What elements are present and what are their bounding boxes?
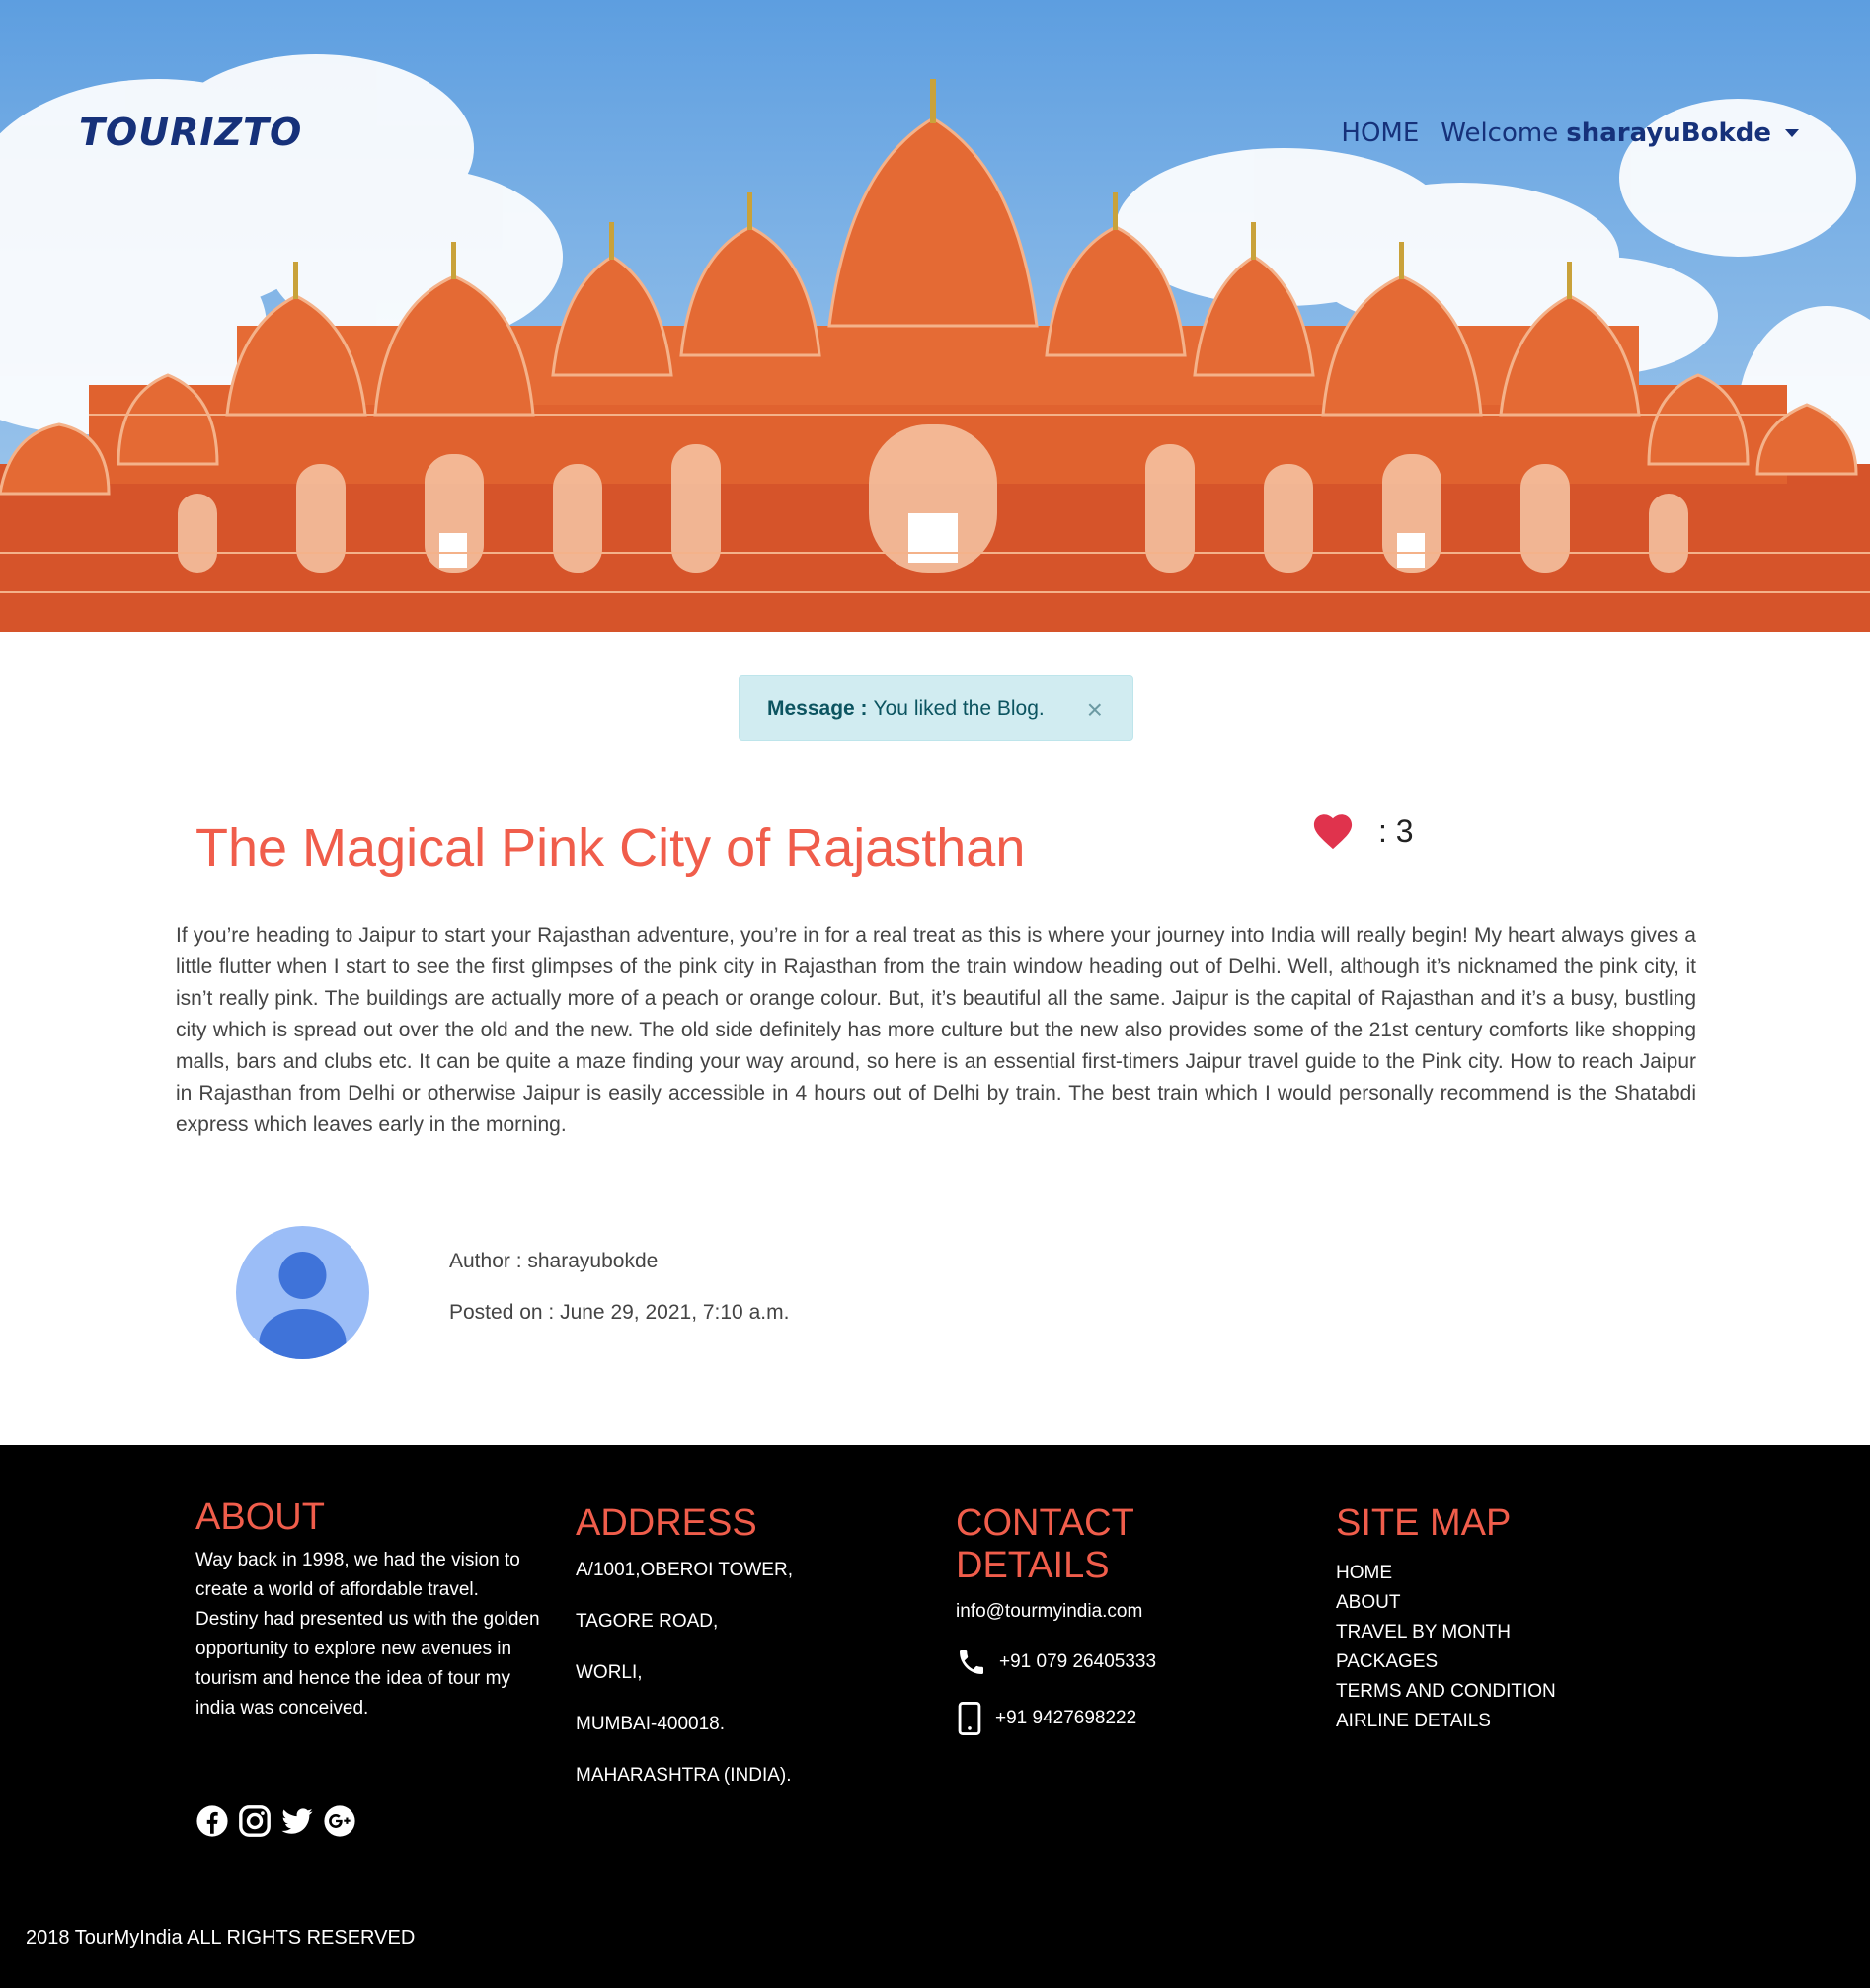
sitemap-link-packages[interactable]: PACKAGES (1336, 1647, 1662, 1677)
mobile-icon (958, 1702, 981, 1735)
top-nav: HOME Welcome sharayuBokde (1341, 118, 1799, 148)
address-line: A/1001,OBEROI TOWER, (576, 1560, 793, 1580)
sitemap-heading: SITE MAP (1336, 1502, 1512, 1544)
address-line: TAGORE ROAD, (576, 1611, 719, 1632)
contact-heading: CONTACT DETAILS (956, 1502, 1134, 1586)
alert-label: Message : (767, 696, 868, 720)
twitter-icon[interactable] (280, 1804, 314, 1838)
sitemap-link-home[interactable]: HOME (1336, 1559, 1662, 1588)
welcome-text: Welcome (1441, 118, 1559, 148)
sitemap-link-terms[interactable]: TERMS AND CONDITION (1336, 1677, 1662, 1707)
user-icon (259, 1252, 347, 1359)
alert-text: You liked the Blog. (873, 696, 1045, 720)
address-heading: ADDRESS (576, 1502, 757, 1544)
site-footer: ABOUT Way back in 1998, we had the visio… (0, 1445, 1870, 1988)
sitemap-link-about[interactable]: ABOUT (1336, 1588, 1662, 1618)
social-links (195, 1804, 365, 1838)
facebook-icon[interactable] (195, 1804, 229, 1838)
email-text: info@tourmyindia.com (956, 1601, 1143, 1622)
phone-text: +91 079 26405333 (999, 1651, 1157, 1672)
site-logo[interactable]: TOURIZTO (79, 111, 302, 154)
heart-icon[interactable] (1311, 811, 1355, 851)
mobile-text: +91 9427698222 (995, 1708, 1137, 1728)
like-count: : 3 (1378, 812, 1414, 849)
contact-phone[interactable]: +91 079 26405333 (956, 1646, 1291, 1678)
hawa-mahal-image (0, 54, 1870, 632)
sitemap-link-airline[interactable]: AIRLINE DETAILS (1336, 1707, 1662, 1736)
instagram-icon[interactable] (238, 1804, 272, 1838)
posted-date: Posted on : June 29, 2021, 7:10 a.m. (449, 1301, 790, 1324)
caret-down-icon (1785, 129, 1799, 137)
blog-title: The Magical Pink City of Rajasthan (195, 818, 1026, 878)
nav-home-link[interactable]: HOME (1341, 118, 1419, 148)
about-text: Way back in 1998, we had the vision to c… (195, 1550, 540, 1719)
sitemap-link-travel-by-month[interactable]: TRAVEL BY MONTH (1336, 1618, 1662, 1647)
user-dropdown[interactable]: Welcome sharayuBokde (1441, 118, 1799, 148)
like-widget: : 3 (1311, 811, 1414, 851)
address-line: WORLI, (576, 1662, 643, 1683)
phone-icon (960, 1650, 983, 1674)
username: sharayuBokde (1566, 118, 1771, 148)
author-info: Author : sharayubokde Posted on : June 2… (449, 1250, 789, 1352)
contact-mobile[interactable]: +91 9427698222 (956, 1702, 1291, 1735)
about-heading: ABOUT (195, 1496, 325, 1538)
address-line: MAHARASHTRA (INDIA). (576, 1765, 792, 1786)
alert-close-button[interactable]: × (1087, 694, 1103, 726)
footer-contact: CONTACT DETAILS info@tourmyindia.com +91… (956, 1502, 1291, 1759)
address-line: MUMBAI-400018. (576, 1714, 726, 1734)
footer-address: ADDRESS A/1001,OBEROI TOWER, TAGORE ROAD… (576, 1502, 901, 1815)
hero-banner: TOURIZTO HOME Welcome sharayuBokde (0, 0, 1870, 632)
author-avatar (236, 1226, 369, 1359)
author-name: Author : sharayubokde (449, 1250, 659, 1272)
contact-email[interactable]: info@tourmyindia.com (956, 1601, 1291, 1623)
copyright-text: 2018 TourMyIndia ALL RIGHTS RESERVED (26, 1927, 416, 1949)
footer-sitemap: SITE MAP HOME ABOUT TRAVEL BY MONTH PACK… (1336, 1502, 1662, 1736)
google-plus-icon[interactable] (323, 1804, 356, 1838)
footer-about: ABOUT Way back in 1998, we had the visio… (195, 1496, 541, 1723)
blog-body: If you’re heading to Jaipur to start you… (176, 924, 1696, 1136)
like-message-alert: Message : You liked the Blog. × (739, 675, 1133, 741)
